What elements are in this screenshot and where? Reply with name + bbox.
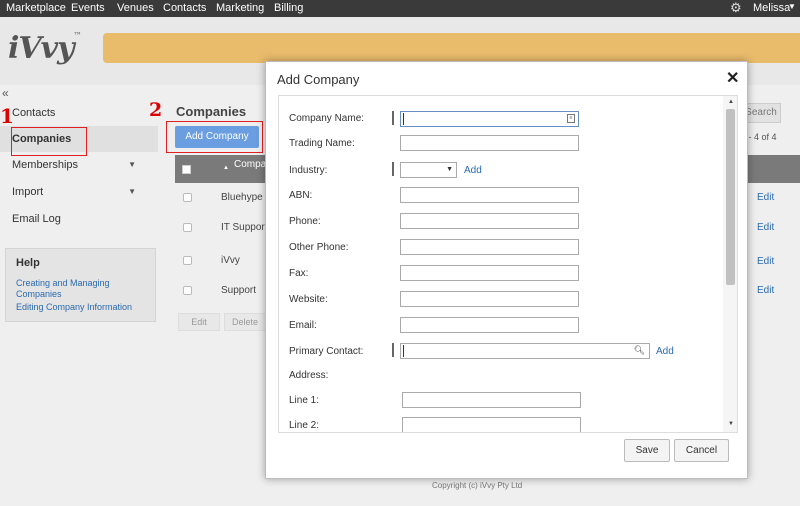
gear-icon[interactable]: ⚙ xyxy=(730,0,742,16)
row-edit-link[interactable]: Edit xyxy=(757,256,774,267)
email-field[interactable] xyxy=(400,317,579,333)
annotation-step-2: 2 xyxy=(149,99,163,121)
help-title: Help xyxy=(16,257,40,269)
scrollbar-thumb[interactable] xyxy=(726,109,735,285)
company-name-label: Company Name: xyxy=(289,113,365,124)
help-link-editing-company[interactable]: Editing Company Information xyxy=(16,302,145,313)
industry-select[interactable]: ▼ xyxy=(400,162,457,178)
website-field[interactable] xyxy=(400,291,579,307)
save-button[interactable]: Save xyxy=(624,439,670,462)
company-name: Bluehype xyxy=(221,192,263,203)
phone-field[interactable] xyxy=(400,213,579,229)
add-contact-link[interactable]: Add xyxy=(656,346,674,357)
industry-label: Industry: xyxy=(289,165,328,176)
other-phone-field[interactable] xyxy=(400,239,579,255)
nav-events[interactable]: Events xyxy=(71,2,105,14)
chevron-down-icon: ▼ xyxy=(446,166,453,173)
edit-selected-button[interactable]: Edit xyxy=(178,313,220,331)
chevron-down-icon: ▼ xyxy=(128,160,136,169)
sidebar-item-import[interactable]: Import ▼ xyxy=(0,179,158,205)
row-checkbox[interactable] xyxy=(183,223,192,232)
row-checkbox[interactable] xyxy=(183,193,192,202)
abn-field[interactable] xyxy=(400,187,579,203)
footer-copyright: Copyright (c) iVvy Pty Ltd xyxy=(432,481,523,490)
line1-label: Line 1: xyxy=(289,395,320,406)
row-checkbox[interactable] xyxy=(183,256,192,265)
other-phone-label: Other Phone: xyxy=(289,242,349,253)
required-marker xyxy=(392,111,394,125)
company-name: Support xyxy=(221,285,257,296)
trading-name-label: Trading Name: xyxy=(289,138,355,149)
row-edit-link[interactable]: Edit xyxy=(757,192,774,203)
address-line2-field[interactable] xyxy=(402,417,581,432)
user-menu[interactable]: Melissa xyxy=(753,2,790,14)
cancel-button[interactable]: Cancel xyxy=(674,439,729,462)
add-company-button[interactable]: Add Company xyxy=(175,126,259,148)
phone-label: Phone: xyxy=(289,216,321,227)
row-edit-link[interactable]: Edit xyxy=(757,285,774,296)
dialog-form: Company Name: ≡ Trading Name: Industry: … xyxy=(278,95,738,433)
chevron-down-icon: ▼ xyxy=(128,187,136,196)
add-industry-link[interactable]: Add xyxy=(464,165,482,176)
row-edit-link[interactable]: Edit xyxy=(757,222,774,233)
email-label: Email: xyxy=(289,320,317,331)
table-header: ▲ Company xyxy=(175,155,277,183)
address-line1-field[interactable] xyxy=(402,392,581,408)
scroll-down-icon[interactable]: ▼ xyxy=(728,421,734,427)
primary-contact-label: Primary Contact: xyxy=(289,346,364,357)
line2-label: Line 2: xyxy=(289,420,320,431)
sidebar-item-email-log[interactable]: Email Log xyxy=(0,206,158,232)
text-cursor xyxy=(403,113,404,125)
text-cursor xyxy=(403,345,404,357)
sidebar-item-label: Import xyxy=(12,186,44,198)
dialog-title: Add Company xyxy=(277,72,360,87)
primary-contact-field[interactable]: 🔍︎ xyxy=(400,343,650,359)
sort-asc-icon[interactable]: ▲ xyxy=(223,165,229,171)
add-company-dialog: Add Company ✕ Company Name: ≡ Trading Na… xyxy=(265,61,748,479)
top-nav-bar: Marketplace Events Venues Contacts Marke… xyxy=(0,0,800,17)
trading-name-field[interactable] xyxy=(400,135,579,151)
abn-label: ABN: xyxy=(289,190,313,201)
sidebar-item-contacts[interactable]: Contacts xyxy=(0,100,158,126)
table-row[interactable]: Support xyxy=(175,276,270,307)
address-label: Address: xyxy=(289,370,329,381)
fax-label: Fax: xyxy=(289,268,309,279)
help-box: Help Creating and Managing Companies Edi… xyxy=(5,248,156,322)
table-header-right xyxy=(741,155,800,183)
logo: iVvy™ xyxy=(8,31,82,66)
autofill-icon: ≡ xyxy=(567,114,575,123)
chevron-down-icon[interactable]: ▼ xyxy=(788,2,796,11)
dialog-scrollbar[interactable]: ▲ ▼ xyxy=(723,96,737,432)
scroll-up-icon[interactable]: ▲ xyxy=(728,99,734,105)
delete-selected-button[interactable]: Delete xyxy=(224,313,266,331)
help-link-managing-companies[interactable]: Creating and Managing Companies xyxy=(16,278,145,300)
website-label: Website: xyxy=(289,294,328,305)
nav-contacts[interactable]: Contacts xyxy=(163,2,206,14)
table-row[interactable]: IT Support xyxy=(175,213,270,244)
row-checkbox[interactable] xyxy=(183,286,192,295)
table-row[interactable]: iVvy xyxy=(175,246,270,277)
collapse-sidebar-icon[interactable]: « xyxy=(2,86,9,100)
notification-banner xyxy=(103,33,800,63)
company-name-field[interactable]: ≡ xyxy=(400,111,579,127)
search-icon[interactable]: 🔍︎ xyxy=(634,345,645,356)
annotation-step-1: 1 xyxy=(0,104,14,128)
close-icon[interactable]: ✕ xyxy=(726,68,739,88)
required-marker xyxy=(392,162,394,176)
company-name: iVvy xyxy=(221,255,240,266)
sidebar-item-label: Memberships xyxy=(12,159,79,171)
nav-billing[interactable]: Billing xyxy=(274,2,303,14)
annotation-highlight-companies xyxy=(11,127,87,156)
required-marker xyxy=(392,343,394,357)
select-all-checkbox[interactable] xyxy=(182,165,191,174)
fax-field[interactable] xyxy=(400,265,579,281)
nav-marketplace[interactable]: Marketplace xyxy=(6,2,66,14)
page-title: Companies xyxy=(176,104,247,119)
table-row[interactable]: Bluehype xyxy=(175,183,270,214)
nav-venues[interactable]: Venues xyxy=(117,2,154,14)
nav-marketing[interactable]: Marketing xyxy=(216,2,264,14)
company-name: IT Support xyxy=(221,222,268,233)
